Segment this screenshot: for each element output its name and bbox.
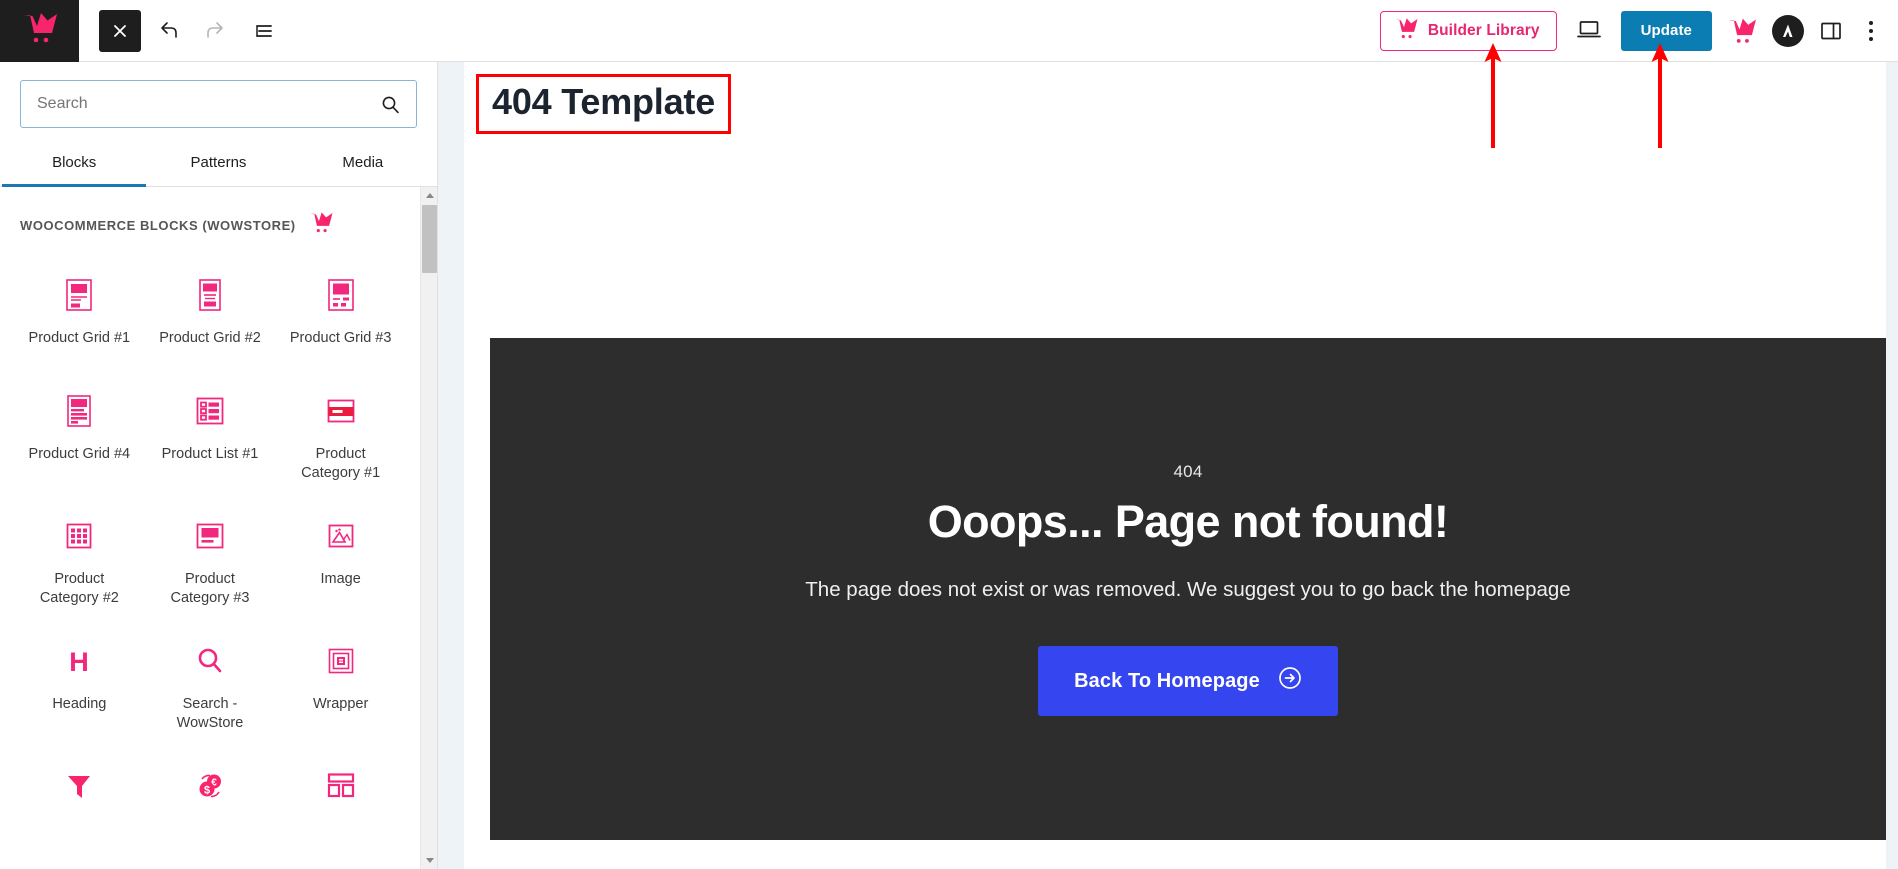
editor-toolbar: Builder Library Update (0, 0, 1898, 62)
block-item-currency-switcher[interactable]: € $ (145, 748, 276, 860)
kebab-menu-icon[interactable] (1858, 14, 1884, 48)
block-inserter-sidebar: Blocks Patterns Media WOOCOMMERCE BLOCKS… (0, 62, 438, 869)
product-category-2-icon (65, 514, 93, 558)
block-item-product-list-1[interactable]: Product List #1 (145, 373, 276, 494)
editor-canvas: 404 Template 404 Ooops... Page not found… (438, 62, 1898, 869)
block-item-product-grid-4[interactable]: Product Grid #4 (14, 373, 145, 494)
block-item-product-grid-2[interactable]: Product Grid #2 (145, 257, 276, 369)
back-to-homepage-button[interactable]: Back To Homepage (1038, 646, 1338, 716)
filter-icon (64, 764, 94, 808)
block-category-label: WOOCOMMERCE BLOCKS (WOWSTORE) (20, 217, 296, 233)
error-heading: Ooops... Page not found! (927, 496, 1449, 547)
preview-device-button[interactable] (1571, 13, 1607, 49)
block-label: Search - WowStore (176, 696, 244, 731)
error-description: The page does not exist or was removed. … (805, 578, 1571, 601)
arrow-right-circle-icon (1278, 666, 1302, 696)
block-item-layout-grid[interactable] (275, 748, 406, 860)
scroll-down-arrow-icon[interactable] (421, 852, 437, 869)
block-label: Image (320, 571, 361, 588)
currency-switcher-icon: € $ (195, 764, 225, 808)
scroll-up-arrow-icon[interactable] (421, 187, 437, 204)
svg-text:$: $ (204, 785, 210, 797)
builder-library-label: Builder Library (1427, 21, 1540, 39)
undo-button[interactable] (147, 10, 189, 52)
block-label: Product List #1 (161, 446, 259, 462)
error-404-block[interactable]: 404 Ooops... Page not found! The page do… (490, 338, 1886, 840)
block-label: Product Category #3 (170, 571, 250, 606)
toolbar-right-tools: Builder Library Update (1379, 10, 1898, 51)
heading-icon: H (65, 639, 93, 683)
redo-button[interactable] (195, 10, 237, 52)
product-category-1-icon (326, 389, 356, 433)
search-area (0, 62, 437, 128)
blocks-panel: WOOCOMMERCE BLOCKS (WOWSTORE) Product Gr… (0, 187, 437, 869)
block-item-image[interactable]: Image (275, 498, 406, 619)
builder-library-button[interactable]: Builder Library (1379, 10, 1557, 51)
block-item-heading[interactable]: H Heading (14, 623, 145, 744)
product-category-3-icon (195, 514, 225, 558)
update-button[interactable]: Update (1620, 10, 1712, 51)
search-input[interactable] (21, 81, 381, 127)
block-label: Product Grid #4 (28, 446, 131, 462)
block-item-search-wowstore[interactable]: Search - WowStore (145, 623, 276, 744)
wowstore-cart-logo-icon (1393, 17, 1419, 45)
scrollbar-thumb[interactable] (422, 205, 437, 273)
wrapper-icon (327, 639, 355, 683)
error-code: 404 (1173, 462, 1203, 481)
block-label: Product Category #2 (39, 571, 119, 606)
wowstore-logo-tile[interactable] (0, 0, 79, 62)
inserter-tabs: Blocks Patterns Media (0, 142, 437, 187)
block-item-product-grid-3[interactable]: Product Grid #3 (275, 257, 406, 369)
search-wowstore-icon (195, 639, 225, 683)
product-list-1-icon (195, 389, 225, 433)
block-category-header: WOOCOMMERCE BLOCKS (WOWSTORE) (0, 187, 420, 243)
layout-grid-icon (326, 764, 356, 808)
block-label: Product Grid #3 (289, 330, 392, 346)
tab-blocks[interactable]: Blocks (2, 142, 147, 187)
back-to-homepage-label: Back To Homepage (1074, 669, 1260, 692)
block-item-filter[interactable] (14, 748, 145, 860)
template-title-wrap: 404 Template (464, 74, 732, 134)
block-label: Heading (52, 696, 107, 713)
image-icon (327, 514, 355, 558)
wowstore-cart-logo-icon[interactable] (1726, 17, 1758, 45)
canvas-page: 404 Template 404 Ooops... Page not found… (464, 62, 1886, 869)
block-item-product-grid-1[interactable]: Product Grid #1 (14, 257, 145, 369)
product-grid-4-icon (65, 389, 93, 433)
block-item-product-category-1[interactable]: Product Category #1 (275, 373, 406, 494)
product-grid-1-icon (64, 273, 94, 317)
wowstore-cart-logo-icon (308, 211, 334, 239)
block-label: Product Grid #1 (28, 330, 131, 346)
block-item-product-category-3[interactable]: Product Category #3 (145, 498, 276, 619)
block-grid: Product Grid #1 Product Grid #2 Product … (0, 243, 420, 869)
sidebar-panel-icon[interactable] (1818, 19, 1844, 43)
block-editor-app: Builder Library Update Search Blocks Pat… (0, 0, 1898, 869)
block-item-wrapper[interactable]: Wrapper (275, 623, 406, 744)
close-button[interactable] (99, 9, 141, 52)
page-title[interactable]: 404 Template (476, 74, 732, 134)
list-view-button[interactable] (243, 10, 285, 52)
product-grid-2-icon (197, 273, 223, 317)
toolbar-left-tools (99, 9, 285, 52)
block-label: Wrapper (312, 696, 369, 713)
search-box[interactable] (20, 80, 417, 128)
block-item-product-category-2[interactable]: Product Category #2 (14, 498, 145, 619)
block-label: Product Grid #2 (159, 330, 261, 346)
laptop-icon (1576, 18, 1602, 43)
sidebar-scrollbar[interactable] (420, 187, 437, 869)
blocks-scroll-region: WOOCOMMERCE BLOCKS (WOWSTORE) Product Gr… (0, 187, 420, 869)
svg-text:H: H (70, 647, 90, 676)
wowstore-cart-logo-icon (21, 11, 59, 50)
search-icon (381, 95, 416, 114)
tab-patterns[interactable]: Patterns (146, 142, 290, 187)
product-grid-3-icon (326, 273, 356, 317)
tab-media[interactable]: Media (291, 142, 435, 187)
astra-avatar-icon[interactable] (1772, 14, 1804, 47)
block-label: Product Category #1 (301, 446, 381, 481)
